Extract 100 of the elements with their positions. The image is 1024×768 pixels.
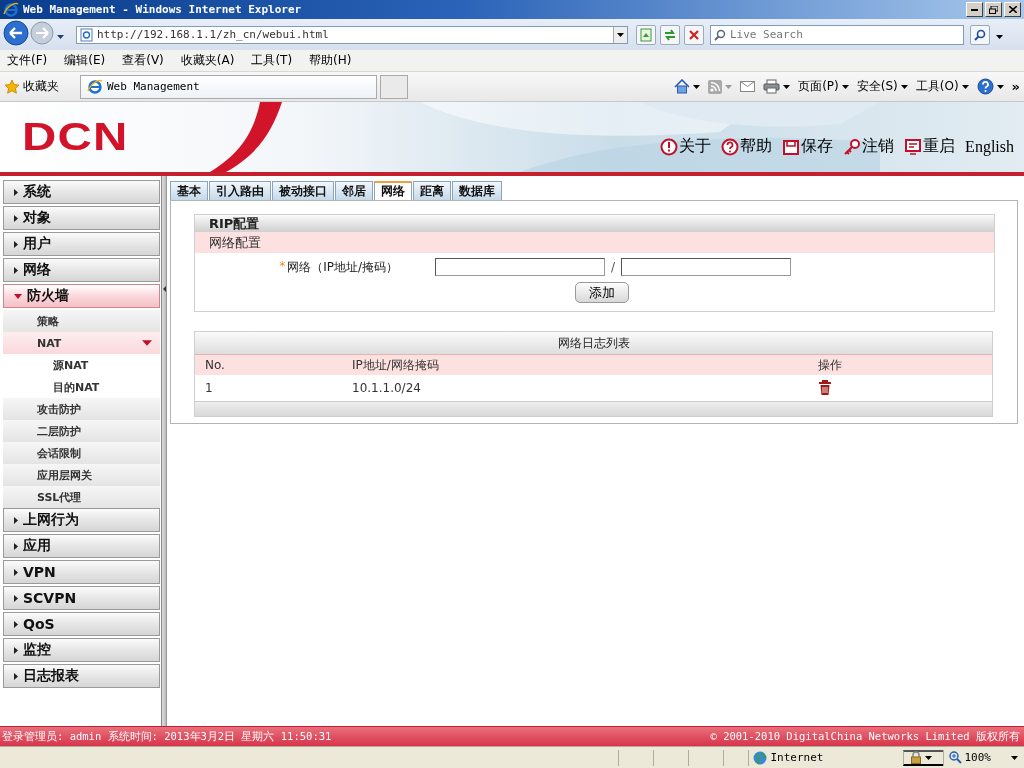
toolbar-menu-button[interactable]: 安全(S) — [856, 78, 908, 95]
sidebar-subitem[interactable]: NAT — [3, 332, 160, 354]
sidebar-subitem[interactable]: SSL代理 — [3, 486, 160, 508]
stop-button[interactable] — [684, 24, 704, 45]
tab[interactable]: 引入路由 — [209, 181, 271, 200]
stop-icon — [689, 29, 699, 40]
close-icon — [1008, 6, 1017, 13]
sidebar-item[interactable]: 网络 — [3, 258, 160, 282]
sidebar-subitem[interactable]: 二层防护 — [3, 420, 160, 442]
caret-icon — [617, 32, 624, 37]
feeds-button[interactable] — [708, 79, 733, 94]
about-link[interactable]: 关于 — [660, 136, 712, 157]
page-icon — [80, 27, 93, 42]
help-icon — [721, 137, 740, 156]
sidebar-item[interactable]: QoS — [3, 612, 160, 636]
column-header: No. — [195, 355, 342, 375]
field-label: 网络（IP地址/掩码） — [287, 258, 398, 276]
search-icon — [974, 28, 986, 41]
trash-icon[interactable] — [818, 380, 832, 396]
caret-icon — [14, 620, 18, 628]
caret-icon — [14, 646, 18, 654]
caret-icon — [961, 84, 969, 89]
toolbar-menu-button[interactable]: 工具(O) — [915, 78, 969, 95]
caret-icon — [14, 672, 18, 680]
menu-item[interactable]: 收藏夹(A) — [180, 52, 235, 69]
help-button[interactable] — [976, 78, 1004, 95]
save-link[interactable]: 保存 — [782, 136, 834, 157]
zoom-button[interactable]: 100% — [942, 749, 1024, 766]
menu-item[interactable]: 文件(F) — [7, 52, 48, 69]
more-commands-button[interactable]: » — [1011, 79, 1020, 94]
sidebar-item[interactable]: 用户 — [3, 232, 160, 256]
menu-item[interactable]: 编辑(E) — [64, 52, 106, 69]
tab[interactable]: 网络 — [374, 181, 412, 200]
close-button[interactable] — [1004, 2, 1021, 17]
ip-address-field[interactable] — [435, 258, 605, 276]
sidebar-subitem[interactable]: 会话限制 — [3, 442, 160, 464]
home-icon — [674, 79, 691, 94]
sidebar-item[interactable]: VPN — [3, 560, 160, 584]
tab[interactable]: 距离 — [413, 181, 451, 200]
splitter-handle[interactable] — [162, 176, 167, 726]
menu-item[interactable]: 查看(V) — [122, 52, 164, 69]
feed-icon — [708, 79, 723, 94]
browser-tab[interactable]: Web Management — [80, 74, 377, 99]
info-icon — [660, 137, 679, 156]
refresh-icon — [663, 28, 677, 41]
netmask-field[interactable] — [621, 258, 791, 276]
print-button[interactable] — [763, 79, 791, 94]
required-mark: * — [279, 258, 286, 275]
menu-item[interactable]: 帮助(H) — [309, 52, 352, 69]
home-button[interactable] — [674, 79, 701, 94]
favorites-button[interactable]: 收藏夹 — [4, 78, 76, 95]
table-title: 网络日志列表 — [195, 332, 992, 355]
sidebar-item[interactable]: 对象 — [3, 206, 160, 230]
caret-icon — [14, 542, 18, 550]
add-button[interactable]: 添加 — [574, 282, 629, 303]
sidebar-item[interactable]: 日志报表 — [3, 664, 160, 688]
sidebar-subitem[interactable]: 应用层网关 — [3, 464, 160, 486]
tab[interactable]: 邻居 — [335, 181, 373, 200]
url-text: http://192.168.1.1/zh_cn/webui.html — [97, 28, 330, 41]
ie-logo-icon — [87, 78, 103, 95]
toolbar-menu-button[interactable]: 页面(P) — [798, 78, 849, 95]
column-header: 操作 — [808, 355, 992, 375]
mail-icon — [740, 81, 756, 92]
compatibility-button[interactable] — [636, 24, 656, 45]
restart-link[interactable]: 重启 — [904, 136, 956, 157]
caret-icon — [841, 84, 849, 89]
sidebar-item[interactable]: 系统 — [3, 180, 160, 204]
address-field[interactable]: http://192.168.1.1/zh_cn/webui.html — [76, 25, 628, 44]
tab[interactable]: 数据库 — [452, 181, 502, 200]
help-link[interactable]: 帮助 — [721, 136, 773, 157]
mail-button[interactable] — [740, 81, 756, 92]
caret-icon — [900, 84, 908, 89]
minimize-button[interactable] — [966, 2, 983, 17]
refresh-button[interactable] — [660, 24, 680, 45]
caret-icon — [14, 240, 18, 248]
language-link[interactable]: English — [965, 137, 1014, 156]
printer-icon — [763, 79, 781, 94]
caret-icon — [14, 214, 18, 222]
search-button[interactable] — [970, 24, 990, 45]
sidebar-subitem[interactable]: 策略 — [3, 310, 160, 332]
protected-mode-button[interactable] — [902, 749, 943, 766]
sidebar-item[interactable]: SCVPN — [3, 586, 160, 610]
zoom-icon — [948, 751, 962, 764]
caret-icon — [14, 516, 18, 524]
back-button[interactable] — [3, 20, 29, 49]
search-field[interactable]: Live Search — [710, 24, 964, 45]
tab[interactable]: 基本 — [170, 181, 208, 200]
help-icon — [976, 78, 994, 95]
sidebar-item[interactable]: 上网行为 — [3, 508, 160, 532]
address-dropdown-button[interactable] — [613, 26, 627, 43]
sidebar-subitem[interactable]: 攻击防护 — [3, 398, 160, 420]
caret-icon — [57, 35, 64, 39]
tab[interactable]: 被动接口 — [272, 181, 334, 200]
maximize-button[interactable] — [985, 2, 1002, 17]
logout-link[interactable]: 注销 — [843, 136, 895, 157]
sidebar-item[interactable]: 防火墙 — [3, 284, 160, 308]
menu-item[interactable]: 工具(T) — [251, 52, 293, 69]
sidebar-item[interactable]: 监控 — [3, 638, 160, 662]
lock-icon — [909, 751, 922, 764]
sidebar-item[interactable]: 应用 — [3, 534, 160, 558]
